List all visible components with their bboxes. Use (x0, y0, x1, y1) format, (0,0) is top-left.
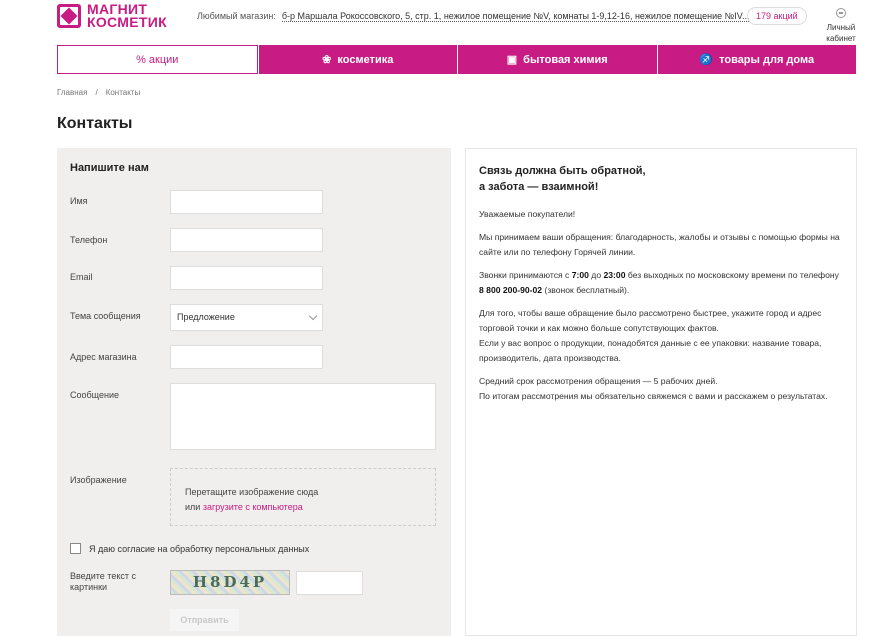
captcha-label-line-1: Введите текст с (70, 571, 136, 581)
phone-note: (звонок бесплатный). (542, 285, 630, 295)
info-paragraph-4a: Средний срок рассмотрения обращения — 5 … (479, 376, 718, 386)
nav-label: косметика (337, 53, 394, 66)
nav-item-cosmetics[interactable]: ❀ косметика (257, 45, 457, 74)
household-chemicals-icon: ▣ (506, 54, 518, 66)
account-link[interactable]: Личный кабинет (821, 8, 861, 44)
favorite-shop-label: Любимый магазин: (197, 11, 276, 21)
message-label: Сообщение (70, 390, 119, 400)
subject-value: Предложение (177, 312, 235, 322)
nav-label: бытовая химия (523, 53, 608, 66)
form-title: Напишите нам (70, 162, 149, 174)
contact-form: Напишите нам Имя Телефон Email Тема сооб… (57, 148, 451, 636)
store-address-field[interactable] (170, 345, 323, 369)
subject-select[interactable]: Предложение (170, 304, 323, 331)
captcha-label: Введите текст с картинки (70, 571, 136, 593)
store-address-label: Адрес магазина (70, 352, 137, 362)
calls-suffix: без выходных по московскому времени по т… (625, 270, 839, 280)
subject-label: Тема сообщения (70, 311, 141, 321)
captcha-input[interactable] (296, 571, 363, 595)
account-label-line-1: Личный (826, 23, 856, 32)
page-title: Контакты (57, 115, 133, 132)
info-heading: Связь должна быть обратной, а забота — в… (479, 163, 843, 195)
breadcrumb-home[interactable]: Главная (57, 88, 87, 97)
nav-item-home-goods[interactable]: ♐ товары для дома (656, 45, 856, 74)
main-nav: % акции ❀ косметика ▣ бытовая химия ♐ то… (57, 45, 856, 74)
logo-line-2: КОСМЕТИК (87, 14, 167, 30)
info-paragraph-3b: Если у вас вопрос о продукции, понадобят… (479, 338, 822, 363)
home-goods-icon: ♐ (699, 54, 714, 66)
dropzone-or: или (185, 502, 201, 512)
info-panel: Связь должна быть обратной, а забота — в… (465, 148, 857, 636)
consent-row: Я даю согласие на обработку персональных… (70, 543, 309, 554)
favorite-shop-address[interactable]: б-р Маршала Рокоссовского, 5, стр. 1, не… (281, 11, 750, 22)
logo-mark-icon (57, 4, 81, 28)
info-paragraph-4b: По итогам рассмотрения мы обязательно св… (479, 391, 828, 401)
cosmetics-icon: ❀ (322, 54, 332, 66)
breadcrumb: Главная / Контакты (57, 88, 140, 97)
chevron-down-icon (308, 311, 318, 321)
captcha-label-line-2: картинки (70, 582, 108, 592)
calls-from: 7:00 (571, 270, 589, 280)
email-label: Email (70, 272, 93, 282)
captcha-image: H8D4P (170, 570, 290, 595)
promo-count-badge[interactable]: 179 акций (747, 7, 807, 25)
calls-to: 23:00 (603, 270, 626, 280)
name-label: Имя (70, 196, 88, 206)
info-calls-paragraph: Звонки принимаются с 7:00 до 23:00 без в… (479, 268, 843, 298)
nav-label: % акции (136, 53, 179, 66)
message-textarea[interactable] (170, 383, 436, 450)
logo[interactable]: МАГНИТ КОСМЕТИК (57, 2, 167, 30)
breadcrumb-current: Контакты (105, 88, 141, 97)
upload-from-computer-link[interactable]: загрузите с компьютера (203, 502, 303, 512)
login-icon (836, 8, 846, 18)
info-heading-line-1: Связь должна быть обратной, (479, 165, 646, 177)
dropzone-text: Перетащите изображение сюда (185, 487, 319, 497)
breadcrumb-separator: / (95, 88, 98, 97)
calls-prefix: Звонки принимаются с (479, 270, 572, 280)
info-greeting: Уважаемые покупатели! (479, 209, 576, 219)
info-paragraph-3a: Для того, чтобы ваше обращение было расс… (479, 308, 822, 333)
hotline-phone[interactable]: 8 800 200-90-02 (479, 285, 542, 295)
consent-label: Я даю согласие на обработку персональных… (89, 543, 310, 554)
consent-checkbox[interactable] (70, 543, 81, 554)
nav-item-household-chemicals[interactable]: ▣ бытовая химия (457, 45, 657, 74)
calls-to-word: до (588, 270, 604, 280)
phone-label: Телефон (70, 235, 108, 245)
info-heading-line-2: а забота — взаимной! (479, 181, 599, 193)
nav-item-promotions[interactable]: % акции (57, 45, 258, 74)
name-field[interactable] (170, 190, 323, 214)
account-label-line-2: кабинет (826, 34, 856, 43)
nav-label: товары для дома (719, 53, 815, 66)
phone-field[interactable] (170, 228, 323, 252)
favorite-shop: Любимый магазин: б-р Маршала Рокоссовског… (197, 11, 750, 22)
image-dropzone[interactable]: Перетащите изображение сюда или загрузит… (170, 468, 436, 526)
email-field[interactable] (170, 266, 323, 290)
image-label: Изображение (70, 475, 127, 485)
submit-button[interactable]: Отправить (170, 609, 239, 631)
info-paragraph-1: Мы принимаем ваши обращения: благодарнос… (479, 232, 840, 257)
